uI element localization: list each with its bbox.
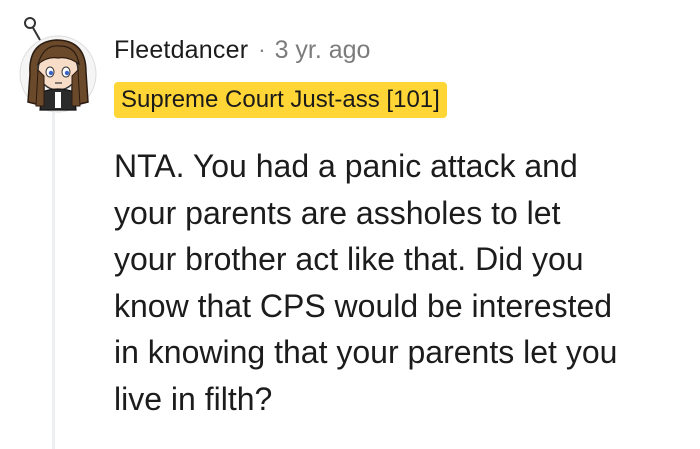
comment-body-line: your brother act like that. Did you xyxy=(114,241,584,277)
comment-body: NTA. You had a panic attack and your par… xyxy=(114,143,699,422)
comment-body-line: in knowing that your parents let you xyxy=(114,334,618,370)
cartoon-avatar-icon xyxy=(19,17,97,113)
user-flair-badge: Supreme Court Just-ass [101] xyxy=(114,82,447,118)
comment-header: Fleetdancer · 3 yr. ago xyxy=(114,33,370,67)
comment-body-line: NTA. You had a panic attack and xyxy=(114,148,578,184)
user-avatar[interactable] xyxy=(10,14,106,114)
comment-timestamp[interactable]: 3 yr. ago xyxy=(275,36,371,65)
author-username[interactable]: Fleetdancer xyxy=(114,36,248,65)
comment: Fleetdancer · 3 yr. ago Supreme Court Ju… xyxy=(0,0,700,449)
thread-collapse-line[interactable] xyxy=(52,112,55,449)
comment-body-line: your parents are assholes to let xyxy=(114,194,561,231)
comment-body-line: know that CPS would be interested xyxy=(114,287,613,324)
meta-separator: · xyxy=(258,37,266,62)
comment-body-line: live in filth? xyxy=(114,380,273,417)
